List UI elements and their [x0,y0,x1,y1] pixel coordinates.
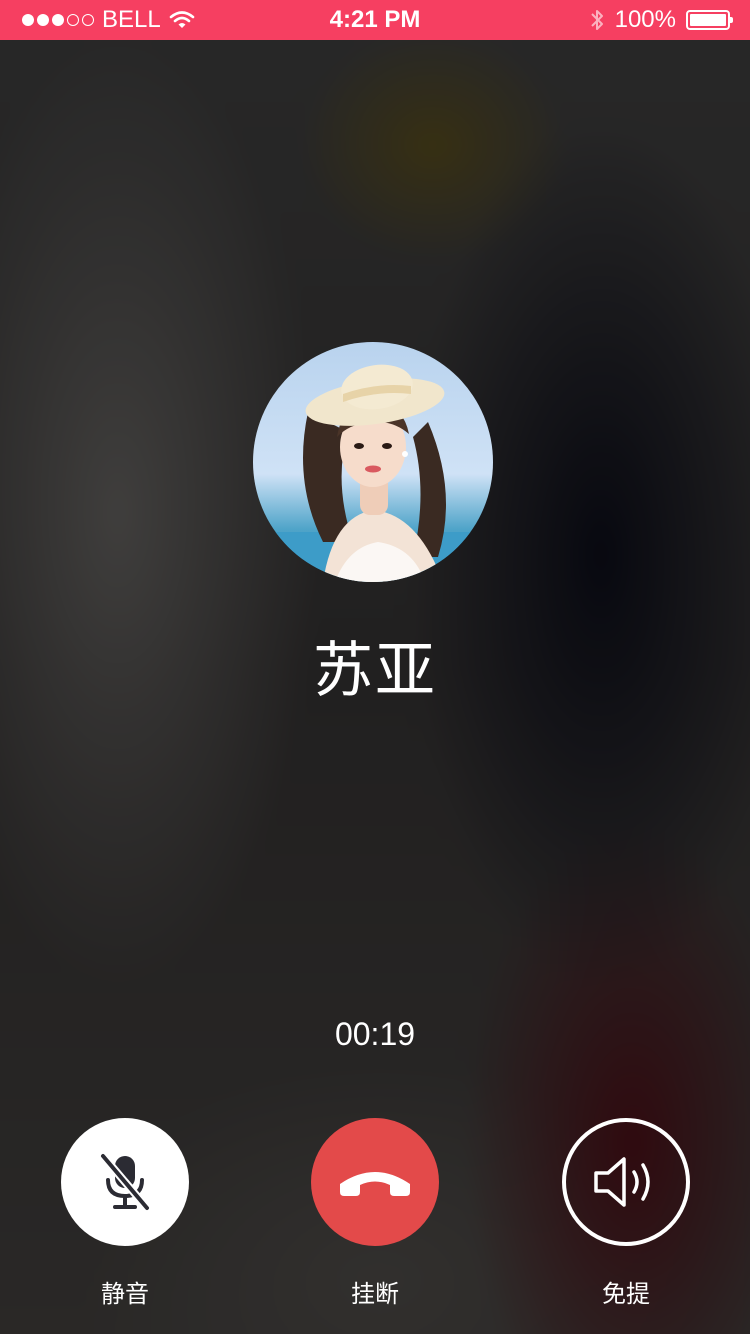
caller-avatar [253,342,493,582]
speaker-label: 免提 [602,1281,650,1308]
microphone-muted-icon [99,1152,151,1212]
mute-label: 静音 [101,1281,149,1308]
hangup-button[interactable] [311,1118,439,1246]
battery-percent: 100% [614,6,676,33]
speaker-icon [594,1157,650,1207]
status-bar: BELL 4:21 PM 100% [0,0,750,40]
status-right: 100% [589,0,733,40]
phone-hangup-icon [340,1172,410,1196]
caller-name: 苏亚 [313,637,437,704]
bluetooth-icon [590,10,603,30]
speaker-button[interactable] [562,1118,690,1246]
mute-button[interactable] [61,1118,189,1246]
call-screen: BELL 4:21 PM 100% 苏亚 00:19 静音 挂断 免提 [0,0,750,1334]
battery-icon [686,10,733,30]
call-duration: 00:19 [334,1016,416,1052]
hangup-label: 挂断 [351,1281,399,1308]
